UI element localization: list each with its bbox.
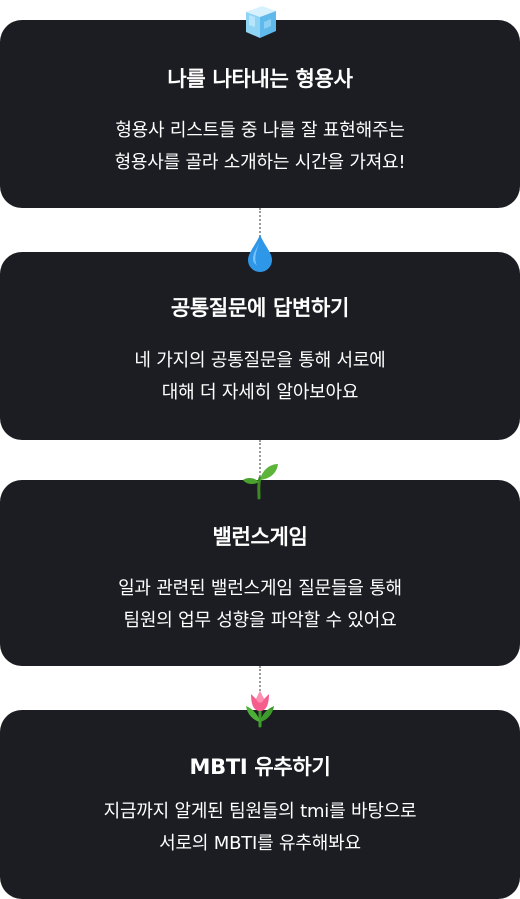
step-card-common-questions: 공통질문에 답변하기 네 가지의 공통질문을 통해 서로에 대해 더 자세히 알…: [0, 252, 520, 440]
step-card-adjectives: 나를 나타내는 형용사 형용사 리스트들 중 나를 잘 표현해주는 형용사를 골…: [0, 20, 520, 208]
step-description-line: 네 가지의 공통질문을 통해 서로에: [134, 350, 386, 371]
seedling-icon: [240, 460, 280, 500]
tulip-icon: [240, 688, 280, 728]
step-title: MBTI 유추하기: [189, 755, 331, 779]
step-description-line: 서로의 MBTI를 유추해봐요: [159, 833, 361, 854]
step-description-line: 팀원의 업무 성향을 파악할 수 있어요: [123, 610, 397, 631]
step-title: 공통질문에 답변하기: [170, 296, 350, 320]
step-description-line: 지금까지 알게된 팀원들의 tmi를 바탕으로: [103, 801, 417, 822]
step-card-balance-game: 밸런스게임 일과 관련된 밸런스게임 질문들을 통해 팀원의 업무 성향을 파악…: [0, 480, 520, 666]
step-description: 일과 관련된 밸런스게임 질문들을 통해 팀원의 업무 성향을 파악할 수 있어…: [20, 573, 500, 637]
step-description-line: 형용사를 골라 소개하는 시간을 가져요!: [114, 152, 406, 173]
step-description-line: 일과 관련된 밸런스게임 질문들을 통해: [118, 578, 402, 599]
step-description: 형용사 리스트들 중 나를 잘 표현해주는 형용사를 골라 소개하는 시간을 가…: [20, 115, 500, 179]
ice-cube-icon: [240, 0, 280, 40]
step-description-line: 대해 더 자세히 알아보아요: [161, 382, 359, 403]
step-title: 나를 나타내는 형용사: [167, 67, 353, 91]
step-description: 네 가지의 공통질문을 통해 서로에 대해 더 자세히 알아보아요: [20, 345, 500, 409]
step-card-mbti: MBTI 유추하기 지금까지 알게된 팀원들의 tmi를 바탕으로 서로의 MB…: [0, 710, 520, 899]
water-drop-icon: [240, 232, 280, 272]
step-description: 지금까지 알게된 팀원들의 tmi를 바탕으로 서로의 MBTI를 유추해봐요: [20, 796, 500, 860]
onboarding-steps: 나를 나타내는 형용사 형용사 리스트들 중 나를 잘 표현해주는 형용사를 골…: [0, 0, 520, 899]
step-description-line: 형용사 리스트들 중 나를 잘 표현해주는: [115, 120, 405, 141]
step-title: 밸런스게임: [212, 525, 308, 549]
